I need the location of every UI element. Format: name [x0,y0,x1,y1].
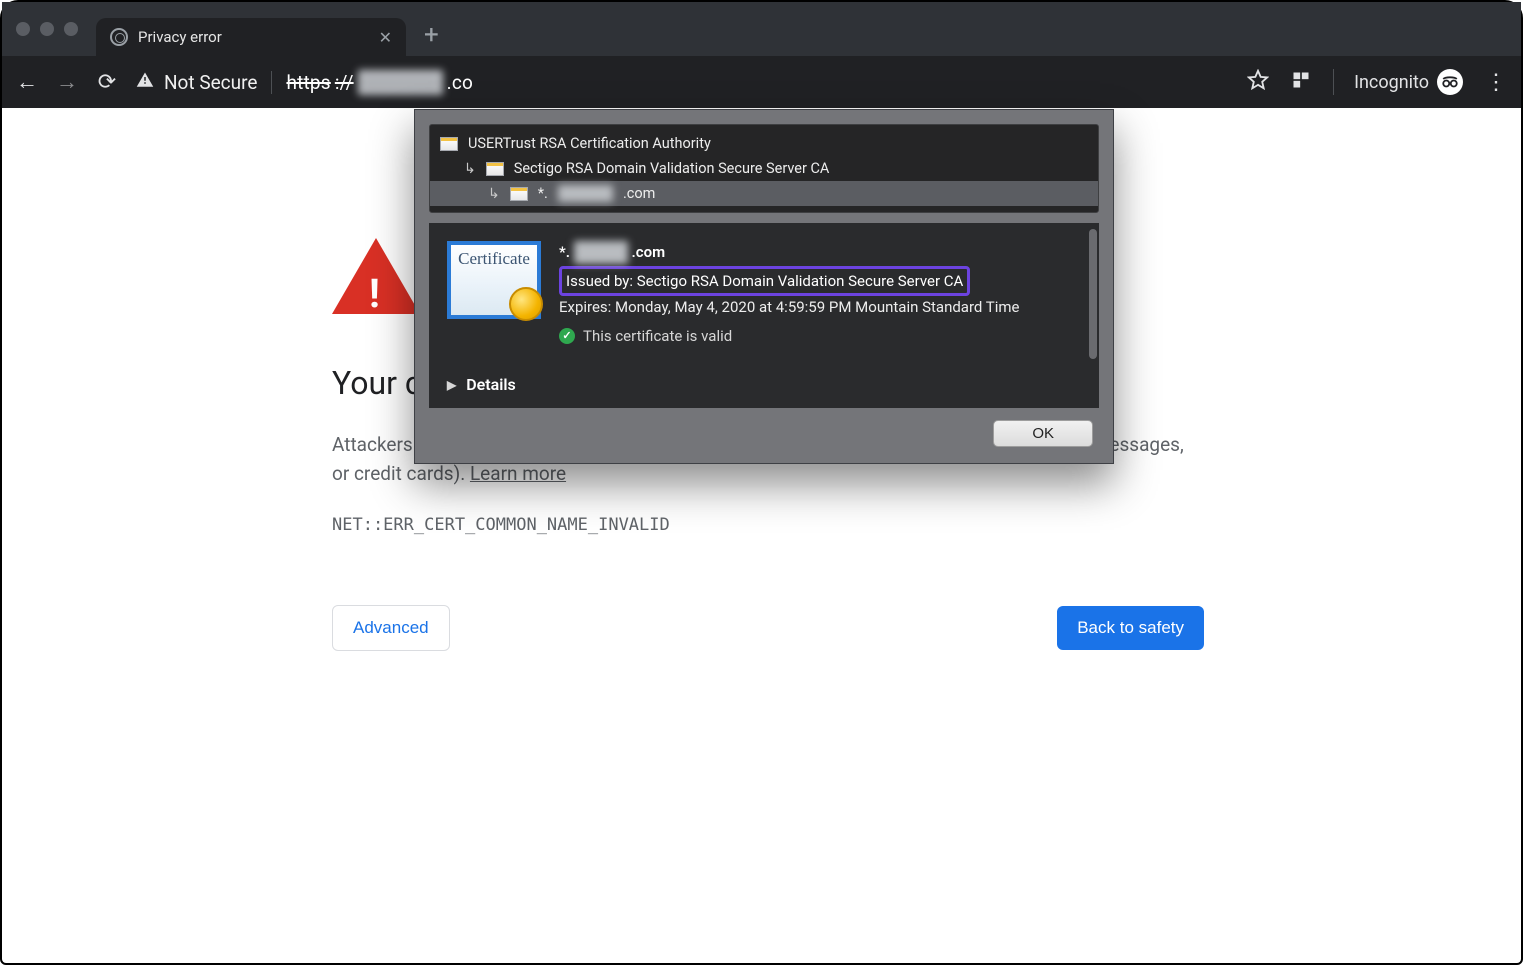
details-label: Details [466,375,516,394]
reload-button[interactable]: ⟳ [96,70,118,95]
certificate-subject: *.xxxxxx.com [559,241,1069,264]
warning-triangle-icon [136,71,154,94]
certificate-icon [510,187,528,201]
subject-redacted: xxxxxx [574,241,628,264]
details-disclosure[interactable]: ▶ Details [429,365,1099,408]
cert-leaf-suffix: .com [623,185,655,202]
cert-root-label: USERTrust RSA Certification Authority [468,135,711,152]
learn-more-link[interactable]: Learn more [470,462,566,485]
subtree-arrow-icon: ↳ [464,161,476,177]
check-circle-icon: ✓ [559,328,575,344]
scrollbar[interactable] [1089,229,1097,359]
cert-image-word: Certificate [458,249,530,269]
cert-intermediate-label: Sectigo RSA Domain Validation Secure Ser… [514,160,830,177]
certificate-chain-tree[interactable]: USERTrust RSA Certification Authority ↳ … [429,124,1099,213]
url-scheme: https [286,71,330,94]
toolbar: ← → ⟳ Not Secure https:// xxxxxxxx .co I… [2,56,1521,108]
seal-icon [509,287,543,321]
cert-leaf-prefix: *. [538,185,548,202]
back-button[interactable]: ← [16,69,38,95]
incognito-indicator: Incognito [1333,69,1463,95]
expires-text: Expires: Monday, May 4, 2020 at 4:59:59 … [559,296,1069,319]
address-bar[interactable]: Not Secure https:// xxxxxxxx .co [136,70,1229,95]
chrome-menu-button[interactable]: ⋮ [1485,70,1507,95]
url-text: https:// xxxxxxxx .co [286,70,473,95]
issued-by-highlight: Issued by: Sectigo RSA Domain Validation… [559,266,970,297]
subtree-arrow-icon: ↳ [488,186,500,202]
tab-strip: Privacy error ✕ + [2,2,1521,56]
validity-text: This certificate is valid [583,325,732,348]
certificate-dialog: USERTrust RSA Certification Authority ↳ … [414,109,1114,464]
globe-icon [110,28,128,46]
certificate-image-icon: Certificate [447,241,541,319]
window-controls [16,22,78,36]
back-to-safety-button[interactable]: Back to safety [1057,606,1204,650]
security-chip[interactable]: Not Secure [136,71,272,94]
ok-button[interactable]: OK [993,420,1093,447]
error-code: NET::ERR_CERT_COMMON_NAME_INVALID [332,515,1521,535]
incognito-icon [1437,69,1463,95]
toolbar-right: Incognito ⋮ [1247,69,1507,96]
browser-tab[interactable]: Privacy error ✕ [96,18,406,56]
certificate-detail-panel: Certificate *.xxxxxx.com Issued by: Sect… [429,223,1099,365]
issued-by-text: Issued by: Sectigo RSA Domain Validation… [566,272,963,290]
url-suffix: .co [447,71,473,94]
cert-leaf-redacted: xxxxxx [558,185,613,202]
cert-tree-leaf[interactable]: ↳ *. xxxxxx .com [430,181,1098,206]
subject-suffix: .com [632,241,666,264]
zoom-window-button[interactable] [64,22,78,36]
bookmark-star-icon[interactable] [1247,69,1269,96]
cert-tree-root[interactable]: USERTrust RSA Certification Authority [430,131,1098,156]
cert-tree-intermediate[interactable]: ↳ Sectigo RSA Domain Validation Secure S… [430,156,1098,181]
dialog-footer: OK [415,408,1113,463]
minimize-window-button[interactable] [40,22,54,36]
new-tab-button[interactable]: + [424,20,439,50]
url-host-redacted: xxxxxxxx [358,70,443,95]
certificate-icon [486,162,504,176]
certificate-text: *.xxxxxx.com Issued by: Sectigo RSA Doma… [559,241,1081,347]
subject-prefix: *. [559,241,570,264]
validity-line: ✓ This certificate is valid [559,325,1069,348]
tab-title: Privacy error [138,28,369,46]
big-warning-icon [332,238,420,314]
security-label: Not Secure [164,71,257,94]
certificate-icon [440,137,458,151]
advanced-button[interactable]: Advanced [332,605,450,651]
incognito-label: Incognito [1354,72,1429,93]
extension-icon[interactable] [1291,70,1311,95]
close-window-button[interactable] [16,22,30,36]
button-row: Advanced Back to safety [332,605,1204,651]
close-tab-icon[interactable]: ✕ [379,28,392,47]
forward-button[interactable]: → [56,69,78,95]
disclosure-triangle-icon: ▶ [447,378,456,392]
